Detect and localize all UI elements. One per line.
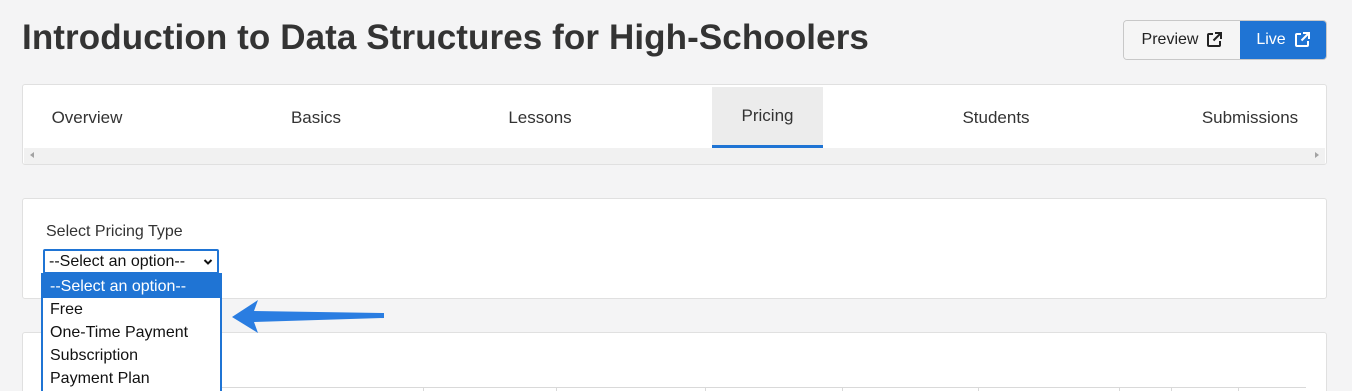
table-divider <box>423 387 424 391</box>
course-tabs: Overview Basics Lessons Pricing Students… <box>22 84 1327 165</box>
tab-students[interactable]: Students <box>931 87 1061 148</box>
external-link-icon <box>1207 32 1223 47</box>
table-divider <box>978 387 979 391</box>
scroll-right-icon[interactable] <box>1315 152 1319 158</box>
tab-label: Students <box>962 107 1030 127</box>
table-divider <box>222 387 1306 388</box>
table-divider <box>842 387 843 391</box>
tab-overview[interactable]: Overview <box>23 87 151 148</box>
tab-label: Pricing <box>741 106 794 125</box>
table-divider <box>1171 387 1172 391</box>
table-divider <box>1119 387 1120 391</box>
option-subscription[interactable]: Subscription <box>43 344 220 367</box>
tab-submissions[interactable]: Submissions <box>1185 87 1315 148</box>
option-payment-plan[interactable]: Payment Plan <box>43 367 220 390</box>
table-divider <box>1238 387 1239 391</box>
tab-label: Basics <box>290 107 342 127</box>
preview-button-label: Preview <box>1141 31 1199 48</box>
live-button-label: Live <box>1256 31 1286 48</box>
scroll-left-icon[interactable] <box>30 152 34 158</box>
tab-pricing[interactable]: Pricing <box>712 87 823 148</box>
select-current-value: --Select an option-- <box>49 252 186 270</box>
tab-label: Overview <box>51 107 123 127</box>
tab-lessons[interactable]: Lessons <box>476 87 604 148</box>
view-button-group: Preview Live <box>1123 20 1327 60</box>
table-divider <box>556 387 557 391</box>
option-one-time-payment[interactable]: One-Time Payment <box>43 321 220 344</box>
live-button[interactable]: Live <box>1240 21 1326 59</box>
external-link-icon <box>1294 32 1310 47</box>
table-divider <box>705 387 706 391</box>
pricing-type-options: --Select an option-- Free One-Time Payme… <box>41 273 222 391</box>
pricing-type-label: Select Pricing Type <box>46 223 183 240</box>
tabs-horizontal-scrollbar[interactable] <box>24 148 1325 164</box>
pricing-type-select[interactable]: --Select an option-- <box>43 249 219 274</box>
tab-basics[interactable]: Basics <box>252 87 380 148</box>
preview-button[interactable]: Preview <box>1124 21 1240 59</box>
option-free[interactable]: Free <box>43 298 220 321</box>
page-title: Introduction to Data Structures for High… <box>22 18 869 57</box>
tab-label: Lessons <box>508 107 572 127</box>
chevron-down-icon <box>203 258 213 265</box>
arrow-left-icon <box>232 300 384 333</box>
option-select-an-option[interactable]: --Select an option-- <box>43 275 220 298</box>
tab-label: Submissions <box>1201 107 1299 127</box>
